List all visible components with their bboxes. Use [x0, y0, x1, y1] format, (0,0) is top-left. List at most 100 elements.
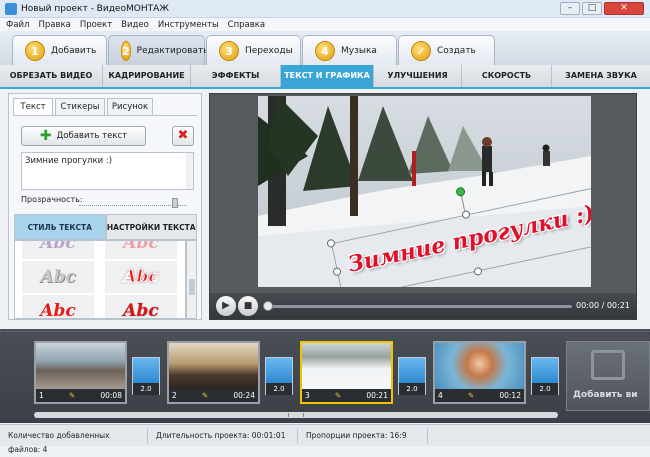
- pencil-icon[interactable]: ✎: [468, 391, 474, 400]
- timeline-scrollbar[interactable]: [34, 412, 558, 418]
- transition-duration: 2.0: [399, 383, 425, 395]
- style-sample[interactable]: Abc: [22, 241, 94, 259]
- maximize-button[interactable]: □: [582, 2, 602, 15]
- style-sample[interactable]: Abc: [22, 261, 94, 293]
- step-label: Создать: [437, 45, 476, 56]
- time-display: 00:00 / 00:21: [576, 301, 630, 310]
- transparency-slider-handle[interactable]: [172, 198, 178, 208]
- film-icon: [591, 350, 625, 380]
- step-number-icon: 3: [219, 40, 239, 61]
- subtab-text[interactable]: Текст: [13, 98, 53, 115]
- text-scrollbar[interactable]: [186, 153, 193, 189]
- play-icon[interactable]: ▶: [216, 296, 236, 316]
- step-number-icon: 4: [315, 40, 335, 61]
- menu-video[interactable]: Видео: [121, 20, 149, 30]
- style-sample[interactable]: Abc: [22, 295, 94, 318]
- transition-1[interactable]: 2.0: [132, 357, 160, 395]
- tab-speed[interactable]: СКОРОСТЬ: [462, 65, 552, 87]
- close-button[interactable]: ✕: [604, 2, 644, 15]
- step-create[interactable]: ✓ Создать: [398, 35, 495, 65]
- clip-4[interactable]: 4 ✎ 00:12: [433, 341, 526, 404]
- preview-frame[interactable]: Зимние прогулки :): [258, 96, 591, 287]
- text-input[interactable]: Зимние прогулки :): [21, 152, 194, 190]
- step-number-icon: 2: [121, 40, 131, 61]
- step-transitions[interactable]: 3 Переходы: [206, 35, 301, 65]
- menu-file[interactable]: Файл: [6, 20, 29, 30]
- menu-project[interactable]: Проект: [80, 20, 112, 30]
- clip-duration: 00:12: [499, 391, 521, 400]
- menu-tools[interactable]: Инструменты: [158, 20, 219, 30]
- timeline: 1 ✎ 00:08 2.0 2 ✎ 00:24 2.0 3 ✎ 00:21 2.0 4 ✎ 00…: [0, 329, 650, 423]
- pencil-icon[interactable]: ✎: [335, 391, 341, 400]
- window-title: Новый проект - ВидеоМОНТАЖ: [21, 3, 169, 14]
- clip-info: 4 ✎ 00:12: [435, 389, 524, 402]
- transition-duration: 2.0: [266, 383, 292, 395]
- transition-duration: 2.0: [532, 383, 558, 395]
- style-sample[interactable]: Abc: [105, 295, 177, 318]
- clip-info: 3 ✎ 00:21: [302, 389, 391, 402]
- status-bar: Количество добавленных файлов: 4 Длитель…: [0, 424, 650, 454]
- tab-text-graphics[interactable]: ТЕКСТ И ГРАФИКА: [281, 65, 374, 87]
- status-duration: Длительность проекта: 00:01:01: [148, 428, 298, 443]
- style-scrollbar[interactable]: [186, 240, 197, 319]
- tab-crop[interactable]: КАДРИРОВАНИЕ: [103, 65, 191, 87]
- clip-duration: 00:08: [100, 391, 122, 400]
- clip-thumbnail: [169, 343, 258, 389]
- subtab-stickers[interactable]: Стикеры: [55, 98, 105, 115]
- style-tabs: СТИЛЬ ТЕКСТА НАСТРОЙКИ ТЕКСТА: [14, 214, 197, 240]
- clip-thumbnail: [36, 343, 125, 389]
- plus-icon: ✚: [39, 128, 52, 144]
- scroll-thumb[interactable]: [189, 279, 195, 295]
- tab-replace-audio[interactable]: ЗАМЕНА ЗВУКА: [552, 65, 650, 87]
- seek-handle[interactable]: [263, 301, 273, 311]
- step-music[interactable]: 4 Музыка: [302, 35, 397, 65]
- stop-icon[interactable]: ■: [238, 296, 258, 316]
- subtab-divider: [13, 115, 197, 116]
- pencil-icon[interactable]: ✎: [202, 391, 208, 400]
- clip-info: 1 ✎ 00:08: [36, 389, 125, 402]
- subtab-drawing[interactable]: Рисунок: [107, 98, 153, 115]
- step-label: Редактировать: [136, 45, 209, 56]
- step-label: Переходы: [245, 45, 293, 56]
- scroll-grip[interactable]: [288, 413, 304, 417]
- tab-text-style[interactable]: СТИЛЬ ТЕКСТА: [14, 214, 106, 240]
- step-add[interactable]: 1 Добавить: [12, 35, 107, 65]
- tab-enhance[interactable]: УЛУЧШЕНИЯ: [374, 65, 462, 87]
- tab-trim[interactable]: ОБРЕЗАТЬ ВИДЕО: [0, 65, 103, 87]
- transition-3[interactable]: 2.0: [398, 357, 426, 395]
- pencil-icon[interactable]: ✎: [69, 391, 75, 400]
- delete-text-button[interactable]: ✖: [172, 126, 194, 146]
- app-icon: [5, 2, 17, 15]
- transition-2[interactable]: 2.0: [265, 357, 293, 395]
- style-sample[interactable]: Abc: [105, 241, 177, 259]
- video-preview: Зимние прогулки :) ▶ ■ 00:00 / 00:21: [209, 93, 637, 320]
- clip-3[interactable]: 3 ✎ 00:21: [300, 341, 393, 404]
- menu-help[interactable]: Справка: [228, 20, 265, 30]
- tool-tabs: ОБРЕЗАТЬ ВИДЕО КАДРИРОВАНИЕ ЭФФЕКТЫ ТЕКС…: [0, 65, 650, 89]
- tab-effects[interactable]: ЭФФЕКТЫ: [191, 65, 281, 87]
- step-label: Музыка: [341, 45, 377, 56]
- workflow-steps: 1 Добавить 2 Редактировать 3 Переходы 4 …: [0, 31, 650, 65]
- player-controls: ▶ ■ 00:00 / 00:21: [210, 293, 636, 319]
- status-aspect: Пропорции проекта: 16:9: [298, 428, 428, 443]
- check-icon: ✓: [411, 40, 431, 61]
- step-edit[interactable]: 2 Редактировать: [108, 35, 208, 65]
- style-sample[interactable]: Abc: [105, 261, 177, 293]
- clip-number: 2: [172, 391, 177, 400]
- transparency-slider-track: [79, 205, 187, 207]
- transition-4[interactable]: 2.0: [531, 357, 559, 395]
- status-files: Количество добавленных файлов: 4: [0, 428, 148, 454]
- clip-2[interactable]: 2 ✎ 00:24: [167, 341, 260, 404]
- title-bar: Новый проект - ВидеоМОНТАЖ – □ ✕: [0, 0, 650, 18]
- menu-edit[interactable]: Правка: [38, 20, 70, 30]
- transition-duration: 2.0: [133, 383, 159, 395]
- add-text-button[interactable]: ✚ Добавить текст: [21, 126, 146, 146]
- clip-1[interactable]: 1 ✎ 00:08: [34, 341, 127, 404]
- clip-thumbnail: [435, 343, 524, 389]
- clip-number: 4: [438, 391, 443, 400]
- tab-text-settings[interactable]: НАСТРОЙКИ ТЕКСТА: [105, 214, 197, 240]
- minimize-button[interactable]: –: [560, 2, 580, 15]
- clip-thumbnail: [302, 343, 391, 389]
- seek-bar[interactable]: [264, 305, 572, 308]
- add-video-button[interactable]: Добавить ви: [566, 341, 650, 411]
